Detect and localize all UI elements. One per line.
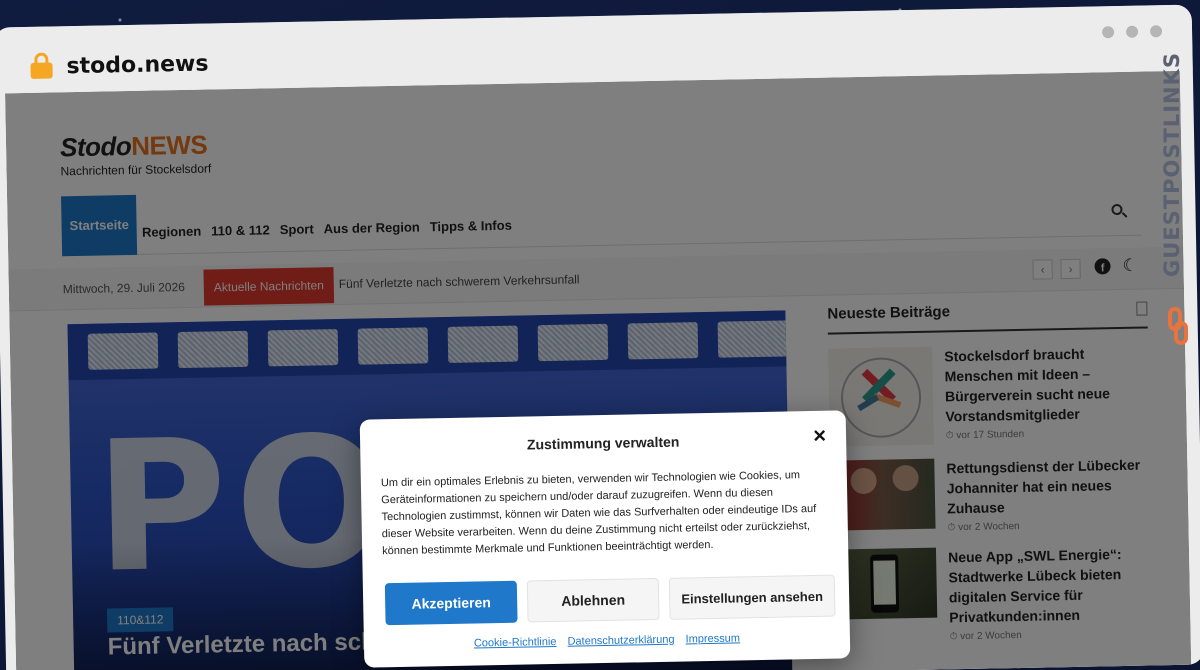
window-dot-icon[interactable] xyxy=(1125,25,1139,38)
deny-button[interactable]: Ablehnen xyxy=(526,577,660,623)
consent-links: Cookie-Richtlinie Datenschutzerklärung I… xyxy=(364,630,850,651)
cookie-consent-dialog: Zustimmung verwalten × Um dir ein optima… xyxy=(359,410,851,668)
window-controls xyxy=(1101,25,1163,39)
url-bar[interactable]: stodo.news xyxy=(66,51,208,79)
cookie-policy-link[interactable]: Cookie-Richtlinie xyxy=(474,636,557,650)
consent-title: Zustimmung verwalten xyxy=(526,433,680,453)
accept-button[interactable]: Akzeptieren xyxy=(384,580,518,626)
watermark: GUESTPOSTLINKS xyxy=(1158,52,1198,372)
watermark-text: GUESTPOSTLINKS xyxy=(1160,52,1184,277)
window-dot-icon[interactable] xyxy=(1101,26,1115,39)
lock-icon xyxy=(30,52,53,79)
close-icon[interactable]: × xyxy=(813,423,826,449)
view-settings-button[interactable]: Einstellungen ansehen xyxy=(668,574,836,620)
privacy-policy-link[interactable]: Datenschutzerklärung xyxy=(567,634,674,648)
link-icon xyxy=(1168,307,1188,347)
window-dot-icon[interactable] xyxy=(1149,25,1163,38)
consent-text: Um dir ein optimales Erlebnis zu bieten,… xyxy=(380,469,817,558)
imprint-link[interactable]: Impressum xyxy=(685,632,740,645)
